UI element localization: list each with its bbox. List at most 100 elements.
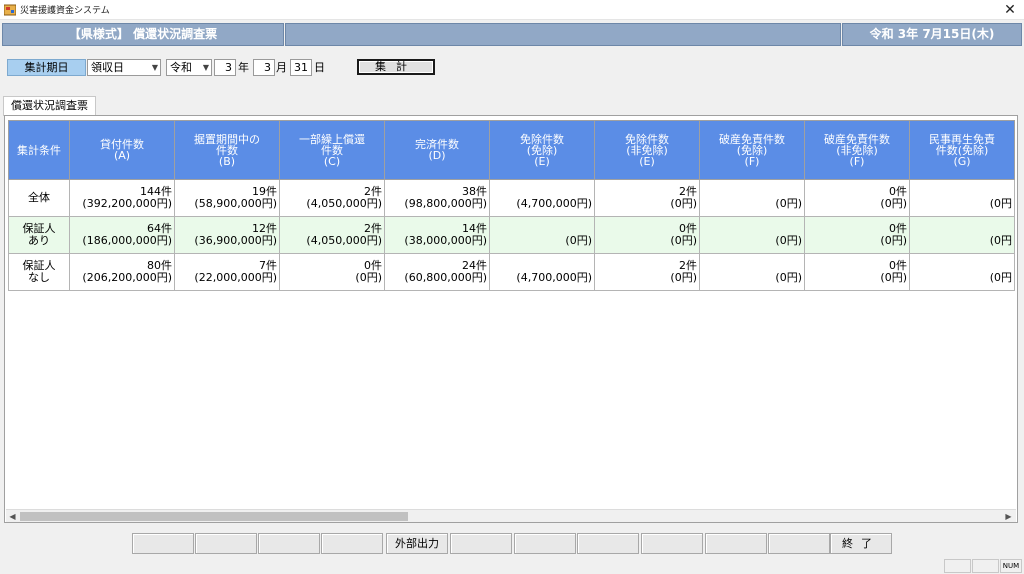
column-header-line: (B) — [218, 154, 236, 168]
scroll-thumb[interactable] — [20, 512, 408, 521]
column-header-line: 破産免責件数 — [824, 132, 890, 146]
cell-amount: (0円 — [989, 234, 1012, 247]
table-cell[interactable]: 144件 (392,200,000円) — [69, 179, 175, 217]
cell-amount: (186,000,000円) — [82, 234, 172, 247]
table-cell[interactable]: 38件 (98,800,000円) — [384, 179, 490, 217]
column-header: 破産免責件数 (免除) (F) — [699, 120, 805, 180]
cell-amount: (392,200,000円) — [82, 197, 172, 210]
column-header-line: (F) — [849, 154, 865, 168]
tab-repayment-survey[interactable]: 償還状況調査票 — [3, 96, 96, 116]
status-pane — [972, 559, 999, 573]
table-cell[interactable]: 0件 (0円) — [804, 216, 910, 254]
chevron-down-icon: ▼ — [202, 63, 209, 72]
cell-amount: (0円 — [989, 197, 1012, 210]
table-cell[interactable]: (0円) — [699, 179, 805, 217]
column-header-line: 免除件数 — [625, 132, 669, 146]
function-key-button[interactable] — [768, 533, 830, 554]
scroll-right-icon[interactable]: ▶ — [1002, 510, 1015, 522]
cell-amount: (0円) — [670, 234, 697, 247]
table-cell[interactable]: 14件 (38,000,000円) — [384, 216, 490, 254]
table-cell[interactable]: 12件 (36,900,000円) — [174, 216, 280, 254]
function-key-button[interactable] — [195, 533, 257, 554]
table-cell[interactable]: 2件 (0円) — [594, 179, 700, 217]
cell-amount: (4,050,000円) — [306, 197, 382, 210]
table-cell[interactable]: 0件 (0円) — [804, 253, 910, 291]
table-cell[interactable]: 0件 (0円) — [279, 253, 385, 291]
column-header-line: 免除件数 — [520, 132, 564, 146]
status-pane — [944, 559, 971, 573]
title-bar: 災害援護資金システム ✕ — [0, 0, 1024, 20]
summary-grid: 集計条件 貸付件数 (A) 据置期間中の 件数 (B) 一部繰上償還 件数 (C) 完済件数 (D)… — [8, 120, 1015, 291]
cell-amount: (0円) — [565, 234, 592, 247]
cell-amount: (98,800,000円) — [404, 197, 487, 210]
table-cell[interactable]: (0円 — [909, 253, 1015, 291]
table-row[interactable]: 保証人 あり 64件 (186,000,000円) 12件 (36,900,000円) 2件… — [8, 216, 1015, 254]
function-key-button[interactable] — [258, 533, 320, 554]
export-button[interactable]: 外部出力 — [386, 533, 448, 554]
column-header-line: (E) — [534, 154, 550, 168]
table-cell[interactable]: 0件 (0円) — [594, 216, 700, 254]
table-cell[interactable]: (0円) — [489, 216, 595, 254]
column-header-line: (A) — [113, 149, 131, 162]
column-header-line: (C) — [323, 154, 341, 168]
table-row[interactable]: 保証人 なし 80件 (206,200,000円) 7件 (22,000,000円) 0件(… — [8, 253, 1015, 291]
calculate-button[interactable]: 集計 — [357, 59, 435, 75]
table-cell[interactable]: 24件 (60,800,000円) — [384, 253, 490, 291]
table-cell[interactable]: 80件 (206,200,000円) — [69, 253, 175, 291]
table-cell[interactable]: 2件 (4,050,000円) — [279, 216, 385, 254]
column-header: 一部繰上償還 件数 (C) — [279, 120, 385, 180]
function-key-button[interactable] — [641, 533, 703, 554]
table-cell[interactable]: (0円) — [699, 216, 805, 254]
function-key-button[interactable] — [705, 533, 767, 554]
period-label: 集計期日 — [7, 59, 86, 76]
table-cell[interactable]: (0円 — [909, 179, 1015, 217]
cell-amount: (0円) — [775, 271, 802, 284]
era-select[interactable]: 令和 ▼ — [166, 59, 212, 76]
cell-amount: (0円 — [989, 271, 1012, 284]
table-cell[interactable]: (4,700,000円) — [489, 179, 595, 217]
month-input[interactable]: 3 — [253, 59, 275, 76]
close-button[interactable]: ✕ — [996, 0, 1024, 20]
table-row[interactable]: 全体 144件 (392,200,000円) 19件 (58,900,000円) 2件 (4… — [8, 179, 1015, 217]
chevron-down-icon: ▼ — [151, 63, 158, 72]
cell-amount: (58,900,000円) — [194, 197, 277, 210]
function-key-button[interactable] — [450, 533, 512, 554]
function-key-button[interactable] — [514, 533, 576, 554]
era-select-value: 令和 — [170, 61, 192, 74]
table-cell[interactable]: 2件 (0円) — [594, 253, 700, 291]
function-key-button[interactable] — [132, 533, 194, 554]
table-cell[interactable]: 0件 (0円) — [804, 179, 910, 217]
table-cell[interactable]: 7件 (22,000,000円) — [174, 253, 280, 291]
function-key-button[interactable] — [321, 533, 383, 554]
window-title: 災害援護資金システム — [20, 6, 110, 16]
cell-amount: (0円) — [880, 271, 907, 284]
column-header: 貸付件数 (A) — [69, 120, 175, 180]
day-input[interactable]: 31 — [290, 59, 312, 76]
column-header-line: (非免除) — [626, 143, 668, 157]
column-header: 破産免責件数 (非免除) (F) — [804, 120, 910, 180]
year-input[interactable]: 3 — [214, 59, 236, 76]
cell-amount: (206,200,000円) — [82, 271, 172, 284]
exit-button[interactable]: 終了 — [830, 533, 892, 554]
column-header: 完済件数 (D) — [384, 120, 490, 180]
cell-amount: (4,700,000円) — [516, 197, 592, 210]
column-header: 免除件数 (非免除) (E) — [594, 120, 700, 180]
table-cell[interactable]: 2件 (4,050,000円) — [279, 179, 385, 217]
horizontal-scrollbar[interactable]: ◀ ▶ — [6, 509, 1016, 522]
cell-amount: (0円) — [670, 271, 697, 284]
cell-amount: (22,000,000円) — [194, 271, 277, 284]
row-condition: 保証人 なし — [8, 253, 70, 291]
month-unit: 月 — [276, 61, 287, 74]
function-key-button[interactable] — [577, 533, 639, 554]
table-cell[interactable]: (4,700,000円) — [489, 253, 595, 291]
grid-panel: 集計条件 貸付件数 (A) 据置期間中の 件数 (B) 一部繰上償還 件数 (C) 完済件数 (D)… — [4, 115, 1018, 523]
table-cell[interactable]: 19件 (58,900,000円) — [174, 179, 280, 217]
basis-select[interactable]: 領収日 ▼ — [87, 59, 161, 76]
row-condition: 全体 — [8, 179, 70, 217]
cell-amount: (0円) — [670, 197, 697, 210]
table-cell[interactable]: 64件 (186,000,000円) — [69, 216, 175, 254]
table-cell[interactable]: (0円) — [699, 253, 805, 291]
year-unit: 年 — [238, 61, 249, 74]
table-cell[interactable]: (0円 — [909, 216, 1015, 254]
scroll-left-icon[interactable]: ◀ — [6, 510, 19, 522]
